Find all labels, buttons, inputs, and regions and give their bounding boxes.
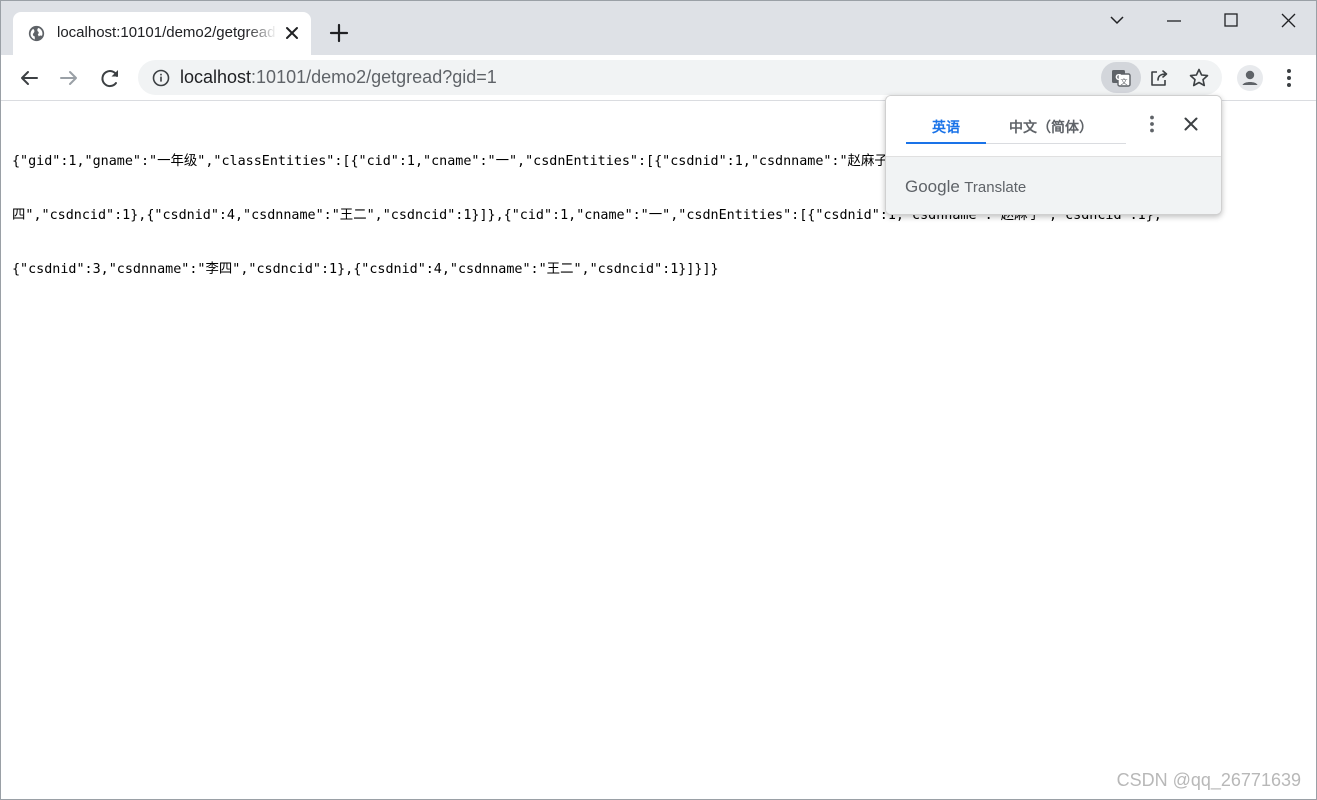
- tab-strip: localhost:10101/demo2/getgread?gid=1: [1, 1, 1316, 55]
- active-tab-indicator: [906, 142, 986, 144]
- translate-wordmark: Translate: [964, 179, 1027, 196]
- minimize-icon[interactable]: [1154, 9, 1194, 33]
- share-icon[interactable]: [1148, 67, 1170, 89]
- url-text[interactable]: localhost:10101/demo2/getgread?gid=1: [180, 67, 497, 88]
- back-icon[interactable]: [15, 64, 43, 92]
- translate-button[interactable]: G 文: [1101, 62, 1141, 93]
- browser-window: localhost:10101/demo2/getgread?gid=1: [0, 0, 1317, 800]
- forward-icon[interactable]: [55, 64, 83, 92]
- globe-icon: [28, 25, 45, 42]
- json-line: {"csdnid":3,"csdnname":"李四","csdncid":1}…: [12, 262, 719, 277]
- reload-icon[interactable]: [96, 64, 124, 92]
- translate-popup: 英语 中文（简体） Google Translate: [885, 95, 1222, 215]
- close-icon[interactable]: [1268, 9, 1308, 33]
- url-host: localhost: [180, 67, 252, 87]
- tab-source-language[interactable]: 英语: [906, 117, 986, 137]
- translate-icon: G 文: [1112, 70, 1131, 87]
- tab-title: localhost:10101/demo2/getgread?gid=1: [57, 24, 277, 41]
- google-wordmark: Google: [905, 177, 960, 196]
- tab-target-language[interactable]: 中文（简体）: [994, 117, 1108, 137]
- watermark: CSDN @qq_26771639: [1116, 770, 1301, 790]
- info-icon[interactable]: [152, 69, 170, 87]
- tab-close-icon[interactable]: [283, 24, 301, 42]
- browser-tab[interactable]: localhost:10101/demo2/getgread?gid=1: [13, 12, 311, 55]
- url-path: :10101/demo2/getgread?gid=1: [251, 67, 497, 87]
- profile-avatar-icon[interactable]: [1236, 64, 1264, 92]
- close-popup-icon[interactable]: [1182, 115, 1200, 133]
- google-translate-logo: Google Translate: [905, 177, 1026, 197]
- address-bar[interactable]: localhost:10101/demo2/getgread?gid=1 G 文: [138, 60, 1222, 95]
- new-tab-icon[interactable]: [327, 21, 351, 45]
- translate-language-tabs: 英语 中文（简体）: [886, 96, 1221, 156]
- svg-text:文: 文: [1121, 77, 1128, 86]
- kebab-menu-icon[interactable]: [1279, 66, 1299, 90]
- more-options-icon[interactable]: [1142, 113, 1162, 135]
- translate-footer: Google Translate: [886, 156, 1221, 214]
- maximize-icon[interactable]: [1211, 9, 1251, 33]
- bookmark-star-icon[interactable]: [1188, 67, 1210, 89]
- tab-search-icon[interactable]: [1097, 9, 1137, 33]
